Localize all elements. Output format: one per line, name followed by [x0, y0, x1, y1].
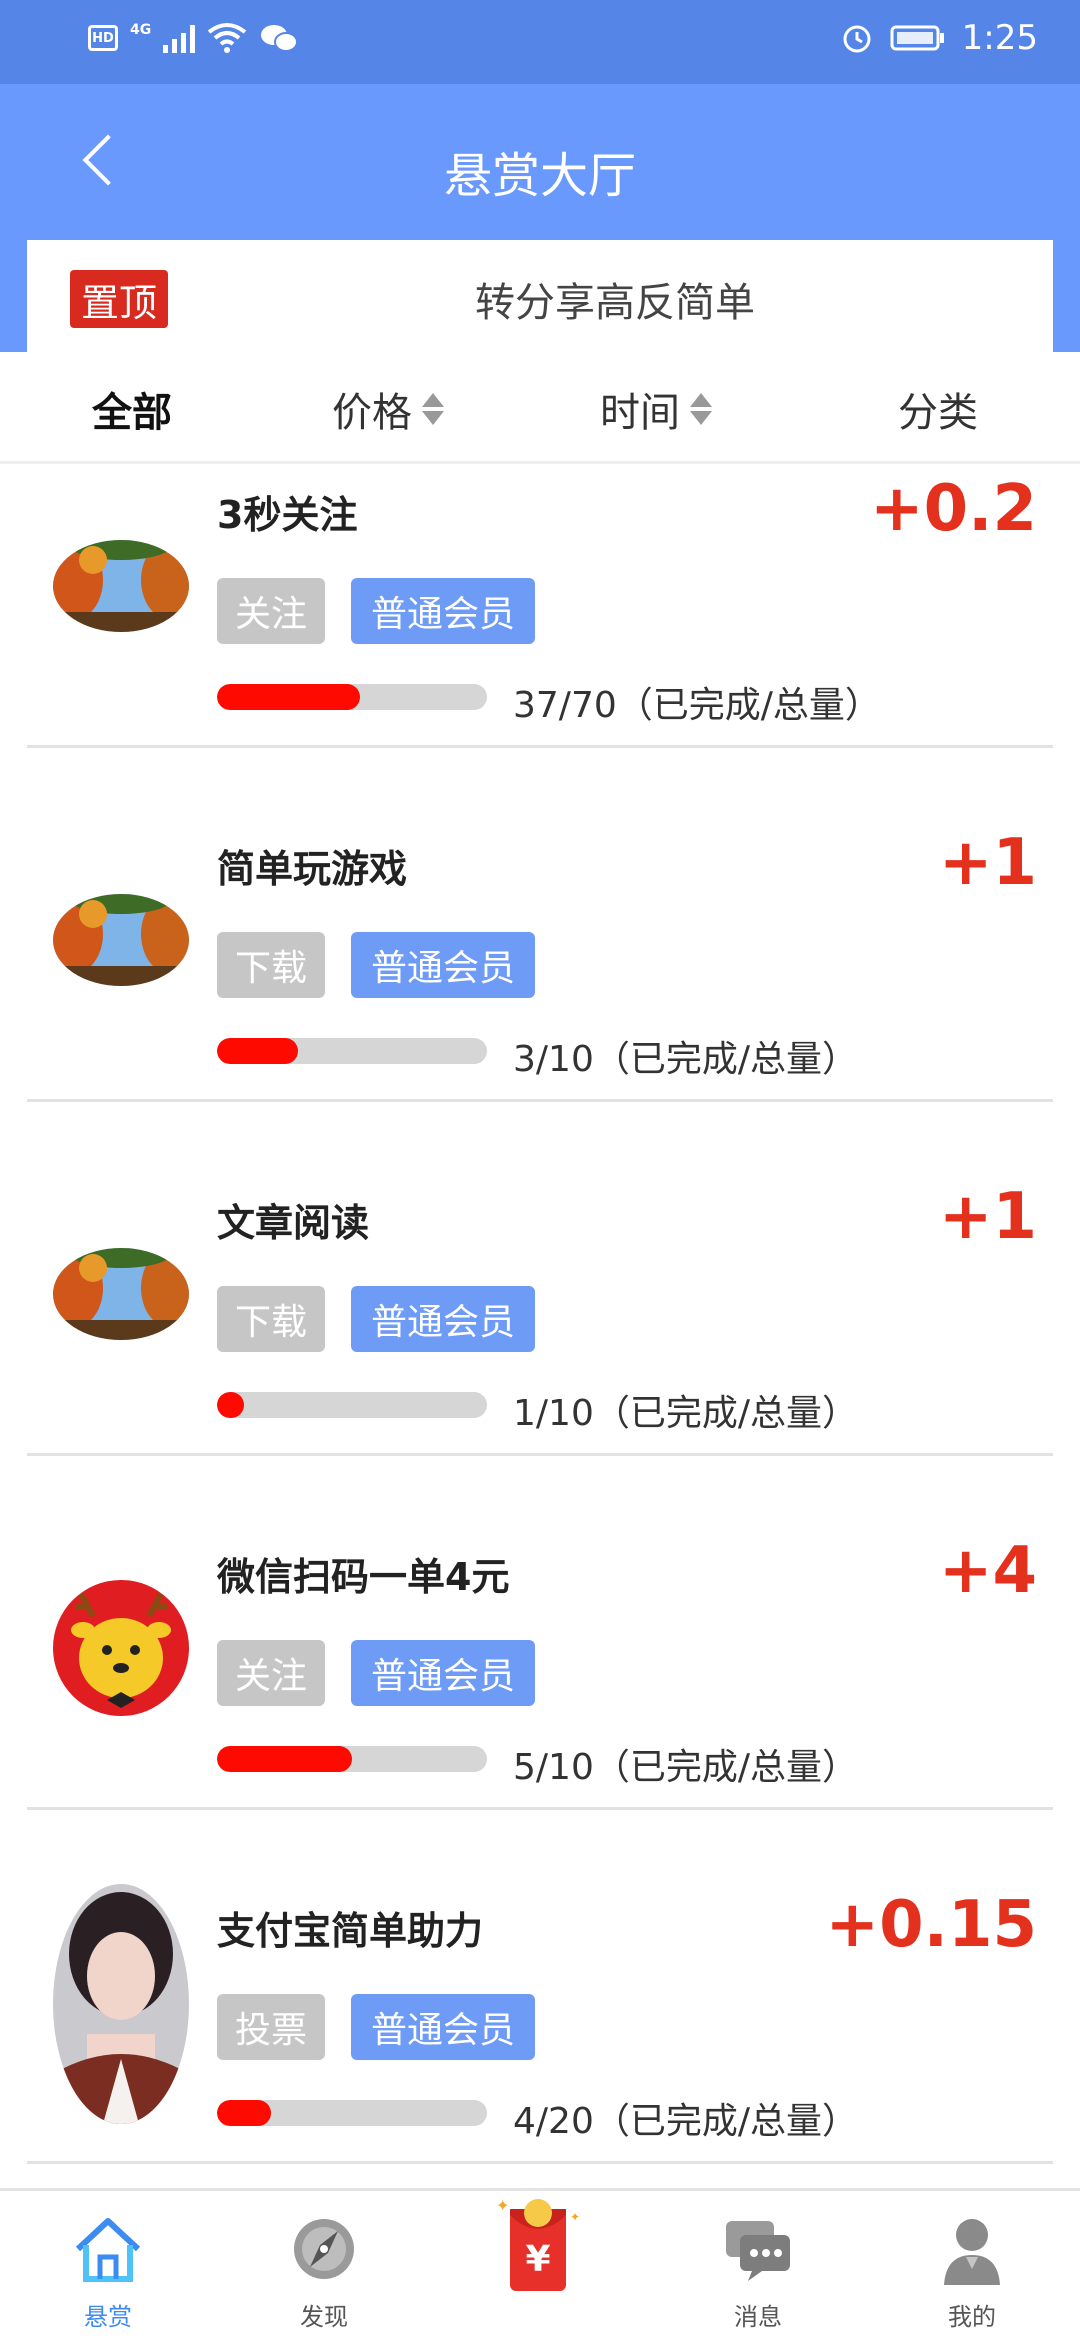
task-title: 支付宝简单助力: [217, 1909, 484, 1953]
svg-text:✦: ✦: [570, 2210, 580, 2224]
avatar: [53, 540, 189, 632]
progress-text: 5/10（已完成/总量）: [513, 1747, 858, 1788]
wifi-icon: [208, 23, 247, 53]
progress-fill: [217, 1746, 352, 1772]
alarm-icon: [843, 25, 871, 53]
task-type-tag: 投票: [217, 1994, 325, 2060]
tab-label: 时间: [600, 390, 680, 436]
filter-tabs: 全部 价格 时间 分类: [0, 352, 1080, 464]
pinned-text: 转分享高反简单: [475, 280, 755, 326]
avatar: [53, 1248, 189, 1340]
progress-fill: [217, 1392, 244, 1418]
progress-bar: [217, 1746, 487, 1772]
tab-label: 全部: [92, 390, 172, 436]
nav-profile[interactable]: 我的: [902, 2209, 1042, 2332]
task-type-tag: 下载: [217, 1286, 325, 1352]
progress-bar: [217, 1392, 487, 1418]
task-title: 简单玩游戏: [217, 847, 408, 891]
task-reward: +4: [938, 1534, 1037, 1608]
task-title: 3秒关注: [217, 493, 358, 537]
nav-red-envelope[interactable]: ✦ ✦ ¥: [470, 2191, 610, 2309]
nav-label: 消息: [734, 2303, 782, 2331]
progress-bar: [217, 684, 487, 710]
task-item[interactable]: 支付宝简单助力 +0.15 投票 普通会员 4/20（已完成/总量）: [27, 1810, 1053, 2164]
task-title: 文章阅读: [217, 1201, 370, 1245]
progress-fill: [217, 684, 360, 710]
signal-icon: [163, 23, 196, 53]
task-item[interactable]: 文章阅读 +1 下载 普通会员 1/10（已完成/总量）: [27, 1102, 1053, 1456]
task-type-tag: 关注: [217, 1640, 325, 1706]
nav-label: 悬赏: [84, 2303, 132, 2331]
task-reward: +0.15: [825, 1888, 1037, 1962]
progress-text: 1/10（已完成/总量）: [513, 1393, 858, 1434]
task-reward: +0.2: [870, 472, 1037, 546]
progress-text: 3/10（已完成/总量）: [513, 1039, 858, 1080]
avatar: [53, 1580, 189, 1716]
nav-bounty[interactable]: 悬赏: [38, 2209, 178, 2332]
task-item[interactable]: 微信扫码一单4元 +4 关注 普通会员 5/10（已完成/总量）: [27, 1456, 1053, 1810]
progress-fill: [217, 1038, 298, 1064]
task-type-tag: 关注: [217, 578, 325, 644]
status-left: HD 4G: [88, 22, 299, 54]
home-icon: [75, 2218, 141, 2282]
sort-arrows-icon: [690, 393, 712, 425]
tab-label: 价格: [332, 390, 412, 436]
clock-time: 1:25: [961, 18, 1038, 58]
member-tag: 普通会员: [351, 1994, 535, 2060]
tab-price[interactable]: 价格: [332, 380, 444, 438]
compass-icon: [294, 2219, 354, 2279]
avatar: [53, 894, 189, 986]
progress-text: 4/20（已完成/总量）: [513, 2101, 858, 2142]
chat-icon: [726, 2221, 790, 2281]
battery-icon: [890, 25, 944, 51]
svg-text:✦: ✦: [496, 2196, 509, 2215]
person-icon: [944, 2219, 1000, 2285]
task-type-tag: 下载: [217, 932, 325, 998]
page-title: 悬赏大厅: [443, 148, 636, 204]
progress-bar: [217, 2100, 487, 2126]
bottom-nav: 悬赏 发现 ✦ ✦ ¥ 消息 我的: [0, 2188, 1080, 2340]
tab-label: 分类: [898, 390, 978, 436]
task-item[interactable]: 3秒关注 +0.2 关注 普通会员 37/70（已完成/总量）: [27, 464, 1053, 748]
pinned-task-banner[interactable]: 置顶 转分享高反简单: [27, 240, 1053, 352]
nav-label: 我的: [948, 2303, 996, 2331]
svg-text:¥: ¥: [525, 2239, 550, 2280]
task-list: 3秒关注 +0.2 关注 普通会员 37/70（已完成/总量） 简单玩游戏 +1…: [0, 464, 1080, 2164]
network-label: 4G: [130, 22, 152, 38]
task-title: 微信扫码一单4元: [217, 1555, 510, 1599]
member-tag: 普通会员: [351, 1640, 535, 1706]
progress-text: 37/70（已完成/总量）: [513, 685, 881, 726]
task-reward: +1: [938, 1180, 1037, 1254]
nav-messages[interactable]: 消息: [688, 2209, 828, 2332]
tab-time[interactable]: 时间: [600, 380, 712, 438]
progress-fill: [217, 2100, 271, 2126]
hd-icon: HD: [88, 25, 118, 51]
status-right: 1:25: [840, 18, 1038, 58]
red-envelope-icon: ✦ ✦ ¥: [496, 2196, 580, 2291]
member-tag: 普通会员: [351, 578, 535, 644]
wechat-icon: [261, 25, 299, 52]
nav-discover[interactable]: 发现: [254, 2209, 394, 2332]
nav-label: 发现: [300, 2303, 348, 2331]
avatar: [53, 1884, 189, 2124]
member-tag: 普通会员: [351, 1286, 535, 1352]
tab-all[interactable]: 全部: [92, 380, 172, 438]
status-bar: HD 4G 1:25: [0, 0, 1080, 84]
member-tag: 普通会员: [351, 932, 535, 998]
sort-arrows-icon: [422, 393, 444, 425]
progress-bar: [217, 1038, 487, 1064]
task-item[interactable]: 简单玩游戏 +1 下载 普通会员 3/10（已完成/总量）: [27, 748, 1053, 1102]
tab-category[interactable]: 分类: [898, 380, 978, 438]
task-reward: +1: [938, 826, 1037, 900]
